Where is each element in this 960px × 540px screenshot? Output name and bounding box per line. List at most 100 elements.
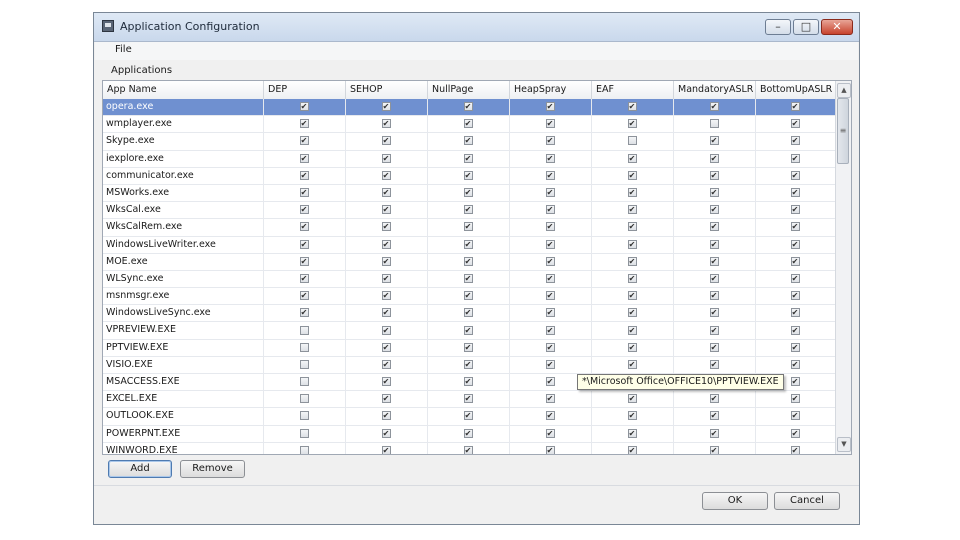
mitigation-checkbox[interactable]: ✔ [709,205,719,215]
mitigation-checkbox[interactable]: ✔ [627,239,637,249]
vertical-scrollbar[interactable]: ▲ ≡ ▼ [835,81,851,454]
mitigation-checkbox[interactable]: ✔ [709,342,719,352]
mitigation-checkbox[interactable]: ✔ [709,273,719,283]
mitigation-checkbox[interactable]: ✔ [790,325,800,335]
mitigation-checkbox[interactable]: ✔ [545,291,555,301]
mitigation-checkbox[interactable]: ✔ [709,222,719,232]
mitigation-checkbox[interactable]: ✔ [545,239,555,249]
mitigation-checkbox[interactable]: ✔ [709,256,719,266]
mitigation-checkbox[interactable]: ✔ [545,377,555,387]
mitigation-checkbox[interactable]: ✔ [545,428,555,438]
mitigation-checkbox[interactable]: ✔ [627,170,637,180]
mitigation-checkbox[interactable]: ✔ [790,359,800,369]
mitigation-checkbox[interactable] [299,325,309,335]
mitigation-checkbox[interactable]: ✔ [709,136,719,146]
mitigation-checkbox[interactable]: ✔ [381,222,391,232]
table-row[interactable]: iexplore.exe ✔ ✔ ✔ ✔ ✔ ✔ ✔ [103,150,836,168]
table-row[interactable]: VPREVIEW.EXE ✔ ✔ ✔ ✔ ✔ ✔ [103,322,836,340]
mitigation-checkbox[interactable]: ✔ [381,119,391,129]
mitigation-checkbox[interactable]: ✔ [790,256,800,266]
mitigation-checkbox[interactable]: ✔ [545,273,555,283]
maximize-button[interactable]: □ [793,19,819,35]
table-row[interactable]: MSWorks.exe ✔ ✔ ✔ ✔ ✔ ✔ ✔ [103,184,836,203]
table-row[interactable]: POWERPNT.EXE ✔ ✔ ✔ ✔ ✔ ✔ [103,425,836,443]
mitigation-checkbox[interactable] [299,411,309,421]
mitigation-checkbox[interactable]: ✔ [709,170,719,180]
mitigation-checkbox[interactable]: ✔ [627,411,637,421]
mitigation-checkbox[interactable] [299,445,309,454]
mitigation-checkbox[interactable]: ✔ [627,308,637,318]
ok-button[interactable]: OK [702,492,768,510]
column-header[interactable]: DEP [264,81,346,99]
mitigation-checkbox[interactable]: ✔ [790,205,800,215]
mitigation-checkbox[interactable]: ✔ [463,445,473,454]
mitigation-checkbox[interactable]: ✔ [299,102,309,112]
mitigation-checkbox[interactable]: ✔ [299,291,309,301]
mitigation-checkbox[interactable]: ✔ [627,428,637,438]
mitigation-checkbox[interactable]: ✔ [627,188,637,198]
mitigation-checkbox[interactable]: ✔ [299,222,309,232]
mitigation-checkbox[interactable]: ✔ [709,394,719,404]
mitigation-checkbox[interactable]: ✔ [381,394,391,404]
mitigation-checkbox[interactable]: ✔ [381,153,391,163]
mitigation-checkbox[interactable]: ✔ [381,291,391,301]
mitigation-checkbox[interactable]: ✔ [463,359,473,369]
mitigation-checkbox[interactable]: ✔ [545,256,555,266]
column-header[interactable]: HeapSpray [510,81,592,99]
mitigation-checkbox[interactable]: ✔ [709,102,719,112]
mitigation-checkbox[interactable]: ✔ [299,273,309,283]
mitigation-checkbox[interactable]: ✔ [790,291,800,301]
table-row[interactable]: MOE.exe ✔ ✔ ✔ ✔ ✔ ✔ ✔ [103,253,836,271]
mitigation-checkbox[interactable]: ✔ [299,119,309,129]
mitigation-checkbox[interactable]: ✔ [463,256,473,266]
mitigation-checkbox[interactable]: ✔ [299,239,309,249]
mitigation-checkbox[interactable]: ✔ [709,239,719,249]
table-row[interactable]: EXCEL.EXE ✔ ✔ ✔ ✔ ✔ ✔ [103,391,836,409]
mitigation-checkbox[interactable]: ✔ [709,445,719,454]
mitigation-checkbox[interactable]: ✔ [709,291,719,301]
mitigation-checkbox[interactable]: ✔ [790,394,800,404]
mitigation-checkbox[interactable]: ✔ [790,308,800,318]
mitigation-checkbox[interactable]: ✔ [545,222,555,232]
mitigation-checkbox[interactable]: ✔ [790,188,800,198]
mitigation-checkbox[interactable]: ✔ [545,102,555,112]
mitigation-checkbox[interactable]: ✔ [299,205,309,215]
mitigation-checkbox[interactable]: ✔ [381,170,391,180]
mitigation-checkbox[interactable] [299,377,309,387]
mitigation-checkbox[interactable]: ✔ [790,102,800,112]
column-header[interactable]: MandatoryASLR [674,81,756,99]
scroll-thumb[interactable]: ≡ [837,98,849,164]
mitigation-checkbox[interactable]: ✔ [463,205,473,215]
mitigation-checkbox[interactable]: ✔ [627,394,637,404]
mitigation-checkbox[interactable]: ✔ [463,428,473,438]
mitigation-checkbox[interactable]: ✔ [627,342,637,352]
table-row[interactable]: WksCal.exe ✔ ✔ ✔ ✔ ✔ ✔ ✔ [103,202,836,220]
mitigation-checkbox[interactable]: ✔ [381,308,391,318]
mitigation-checkbox[interactable] [299,342,309,352]
mitigation-checkbox[interactable]: ✔ [463,188,473,198]
minimize-button[interactable]: – [765,19,791,35]
mitigation-checkbox[interactable] [299,359,309,369]
mitigation-checkbox[interactable]: ✔ [545,136,555,146]
mitigation-checkbox[interactable]: ✔ [627,119,637,129]
mitigation-checkbox[interactable]: ✔ [381,136,391,146]
table-row[interactable]: msnmsgr.exe ✔ ✔ ✔ ✔ ✔ ✔ ✔ [103,288,836,306]
mitigation-checkbox[interactable]: ✔ [627,445,637,454]
mitigation-checkbox[interactable]: ✔ [299,170,309,180]
mitigation-checkbox[interactable] [627,136,637,146]
mitigation-checkbox[interactable]: ✔ [299,153,309,163]
mitigation-checkbox[interactable]: ✔ [545,308,555,318]
mitigation-checkbox[interactable]: ✔ [545,325,555,335]
mitigation-checkbox[interactable]: ✔ [463,239,473,249]
scroll-down-icon[interactable]: ▼ [837,437,851,452]
mitigation-checkbox[interactable]: ✔ [627,153,637,163]
mitigation-checkbox[interactable]: ✔ [545,445,555,454]
mitigation-checkbox[interactable]: ✔ [299,256,309,266]
mitigation-checkbox[interactable]: ✔ [381,359,391,369]
column-header[interactable]: App Name [103,81,264,99]
mitigation-checkbox[interactable]: ✔ [709,325,719,335]
mitigation-checkbox[interactable]: ✔ [709,428,719,438]
table-row[interactable]: wmplayer.exe ✔ ✔ ✔ ✔ ✔ ✔ [103,116,836,134]
mitigation-checkbox[interactable]: ✔ [381,377,391,387]
title-bar[interactable]: Application Configuration – □ ✕ [94,13,859,42]
